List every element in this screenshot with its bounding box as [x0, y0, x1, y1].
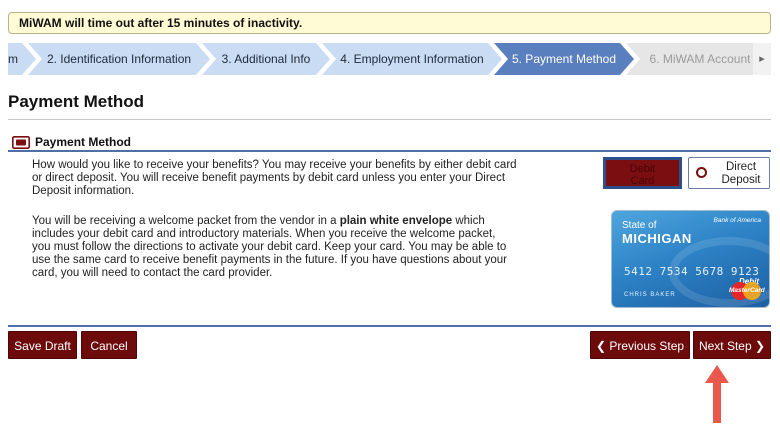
payment-intro-text: How would you like to receive your benef…: [32, 159, 517, 197]
welcome-packet-text: You will be receiving a welcome packet f…: [32, 215, 507, 279]
step-1[interactable]: m: [8, 43, 36, 75]
chevron-right-icon: ❯: [754, 339, 766, 353]
previous-step-button[interactable]: ❮ Previous Step: [590, 331, 690, 359]
title-divider: [8, 119, 771, 120]
chevron-right-icon[interactable]: ▸: [753, 43, 771, 75]
timeout-text: MiWAM will time out after 15 minutes of …: [19, 16, 303, 30]
section-title: Payment Method: [35, 135, 132, 149]
mastercard-logo-icon: MasterCard: [729, 281, 765, 301]
next-step-button[interactable]: Next Step ❯: [693, 331, 771, 359]
step-2-identification[interactable]: 2. Identification Information: [28, 43, 210, 75]
section-divider: [8, 150, 771, 152]
footer-divider: [8, 325, 771, 327]
step-6-miwam-account: 6. MiWAM Account: [626, 43, 771, 75]
chevron-left-icon: ❮: [595, 339, 606, 353]
timeout-banner: MiWAM will time out after 15 minutes of …: [8, 12, 771, 34]
debit-card-image: State of MICHIGAN Bank of America 5412 7…: [611, 210, 770, 308]
annotation-arrow-icon: [705, 365, 729, 423]
debit-card-option[interactable]: Debit Card: [603, 157, 682, 189]
save-draft-button[interactable]: Save Draft: [8, 331, 77, 359]
section-header: Payment Method: [12, 134, 131, 150]
step-3-additional-info[interactable]: 3. Additional Info: [202, 43, 330, 75]
wallet-icon: [12, 135, 30, 149]
cancel-button[interactable]: Cancel: [81, 331, 137, 359]
step-5-payment-method[interactable]: 5. Payment Method: [494, 43, 634, 75]
page-title: Payment Method: [8, 92, 145, 111]
step-4-employment[interactable]: 4. Employment Information: [322, 43, 502, 75]
direct-deposit-option[interactable]: Direct Deposit: [688, 157, 770, 189]
radio-icon[interactable]: [696, 167, 707, 178]
step-progress-bar: m 2. Identification Information 3. Addit…: [8, 43, 771, 75]
